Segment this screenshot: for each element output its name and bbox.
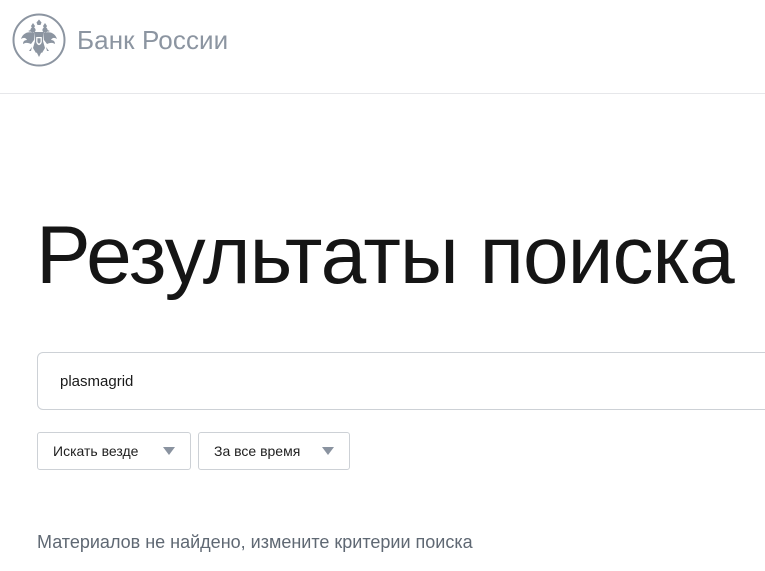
search-scope-label: Искать везде	[53, 443, 139, 459]
page-title: Результаты поиска	[36, 210, 735, 301]
bank-logo-link[interactable]: Банк России	[12, 13, 228, 67]
time-range-dropdown[interactable]: За все время	[198, 432, 350, 470]
page: Банк России Результаты поиска Искать вез…	[0, 0, 765, 571]
caret-down-icon	[163, 447, 175, 455]
caret-down-icon	[322, 447, 334, 455]
search-scope-dropdown[interactable]: Искать везде	[37, 432, 191, 470]
logo-text: Банк России	[77, 24, 229, 55]
time-range-label: За все время	[214, 443, 301, 459]
double-headed-eagle-icon	[12, 13, 66, 67]
no-results-message: Материалов не найдено, измените критерии…	[37, 532, 473, 552]
search-input[interactable]	[60, 353, 740, 409]
search-box	[37, 352, 765, 410]
site-header: Банк России	[0, 0, 765, 94]
